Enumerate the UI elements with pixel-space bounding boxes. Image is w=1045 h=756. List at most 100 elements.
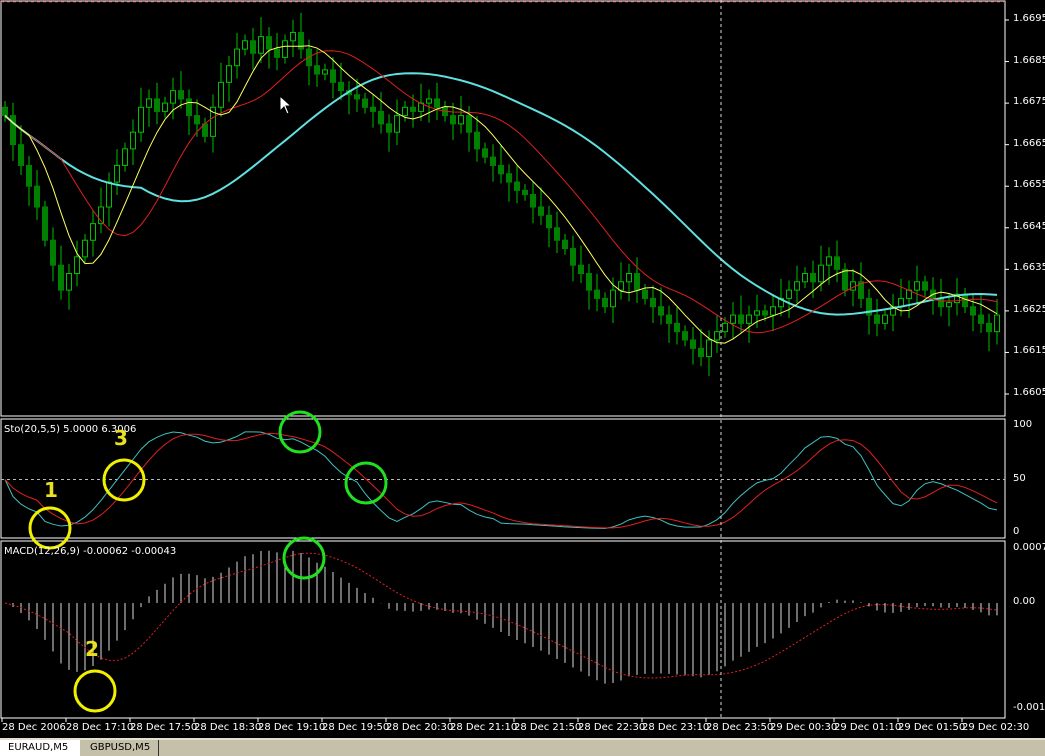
candle-bull (730, 314, 736, 324)
candle-bull (914, 281, 920, 291)
candle-bull (290, 31, 296, 42)
candle-bull (794, 281, 800, 291)
candle-bear (490, 156, 496, 166)
candle-bear (698, 347, 704, 358)
candle-bear (378, 110, 384, 125)
candle-bear (842, 268, 848, 291)
candle-bear (178, 90, 184, 100)
time-label: 29 Dec 00:30 (770, 722, 838, 733)
candle-bull (138, 106, 144, 133)
stochastic-signal-line (4, 432, 998, 529)
candle-bull (618, 281, 624, 291)
time-label: 28 Dec 23:10 (642, 722, 710, 733)
candle-bull (218, 81, 224, 108)
candle-bull (130, 131, 136, 150)
candle-bull (458, 115, 464, 125)
candle-bear (58, 264, 64, 291)
candle-bear (522, 189, 528, 196)
candle-bear (482, 148, 488, 158)
candle-bull (402, 106, 408, 117)
price-tick-label: 1.6645 (1013, 220, 1045, 232)
annotation-3: 3 (114, 426, 128, 450)
tab-gbpusd[interactable]: GBPUSD,M5 (82, 740, 160, 756)
candle-bear (658, 306, 664, 316)
candle-bull (170, 90, 176, 104)
candle-bear (434, 98, 440, 108)
candle-bull (258, 36, 264, 54)
time-label: 28 Dec 22:30 (578, 722, 646, 733)
time-label: 28 Dec 17:50 (130, 722, 198, 733)
time-label: 28 Dec 17:10 (66, 722, 134, 733)
candle-bull (106, 181, 112, 208)
annotation-circle (282, 536, 326, 580)
annotation-circle (344, 461, 388, 505)
annotation-1: 1 (44, 478, 58, 502)
stochastic-tick-label: 100 (1013, 419, 1033, 430)
candle-bear (634, 272, 640, 291)
chart-tabs: EURAUD,M5 GBPUSD,M5 (0, 738, 1045, 756)
candle-bull (714, 331, 720, 341)
macd-tick-label: -0.00147 (1013, 701, 1045, 713)
candle-bear (650, 297, 656, 308)
candle-bull (162, 102, 168, 112)
candle-bull (818, 264, 824, 283)
stochastic-tick-label: 50 (1013, 472, 1026, 484)
macd-tick-label: 0.00075 (1013, 542, 1045, 553)
candle-bear (762, 310, 768, 316)
candle-bull (66, 272, 72, 291)
candle-bear (594, 289, 600, 299)
candle-bear (642, 289, 648, 299)
candle-bull (226, 65, 232, 83)
stochastic-main-line (4, 431, 998, 529)
candle-bull (610, 289, 616, 308)
price-tick-label: 1.6685 (1013, 54, 1045, 66)
candle-bull (426, 98, 432, 104)
candle-bear (42, 206, 48, 241)
candle-bull (234, 48, 240, 67)
moving-average-line (4, 72, 998, 316)
macd-tick-label: 0.00 (1013, 596, 1036, 607)
time-label: 28 Dec 20:30 (386, 722, 454, 733)
candle-bear (2, 106, 8, 117)
time-label: 29 Dec 01:50 (898, 722, 966, 733)
candle-bear (538, 206, 544, 216)
candle-bull (122, 148, 128, 166)
candle-bear (450, 115, 456, 125)
candle-bear (18, 144, 24, 166)
price-tick-label: 1.6615 (1013, 345, 1045, 357)
candle-bull (882, 314, 888, 324)
candle-bear (194, 115, 200, 125)
candle-bear (466, 115, 472, 133)
candle-bear (666, 314, 672, 324)
candle-bull (786, 289, 792, 299)
candle-bear (562, 239, 568, 250)
candle-bear (386, 123, 392, 133)
candle-bull (74, 256, 80, 274)
tab-euraud[interactable]: EURAUD,M5 (0, 740, 80, 756)
candle-bull (826, 256, 832, 266)
candle-bear (530, 194, 536, 208)
chart-canvas[interactable] (0, 0, 1045, 738)
candle-bear (506, 173, 512, 183)
candle-bull (722, 322, 728, 333)
candle-bear (938, 297, 944, 308)
candle-bear (962, 293, 968, 308)
price-tick-label: 1.6655 (1013, 179, 1045, 191)
candle-bear (978, 314, 984, 324)
candle-bear (690, 339, 696, 349)
candle-bear (362, 98, 368, 108)
time-label: 28 Dec 21:50 (514, 722, 582, 733)
candle-bull (946, 302, 952, 308)
candle-bull (90, 223, 96, 241)
price-tick-label: 1.6665 (1013, 137, 1045, 149)
candle-bear (330, 69, 336, 83)
time-label: 28 Dec 18:30 (194, 722, 262, 733)
candle-bear (546, 214, 552, 229)
candle-bull (754, 310, 760, 316)
candle-bull (242, 40, 248, 50)
candle-bear (986, 322, 992, 333)
price-tick-label: 1.6675 (1013, 96, 1045, 108)
candle-bear (26, 164, 32, 187)
time-label: 28 Dec 19:50 (322, 722, 390, 733)
time-label: 28 Dec 21:10 (450, 722, 518, 733)
